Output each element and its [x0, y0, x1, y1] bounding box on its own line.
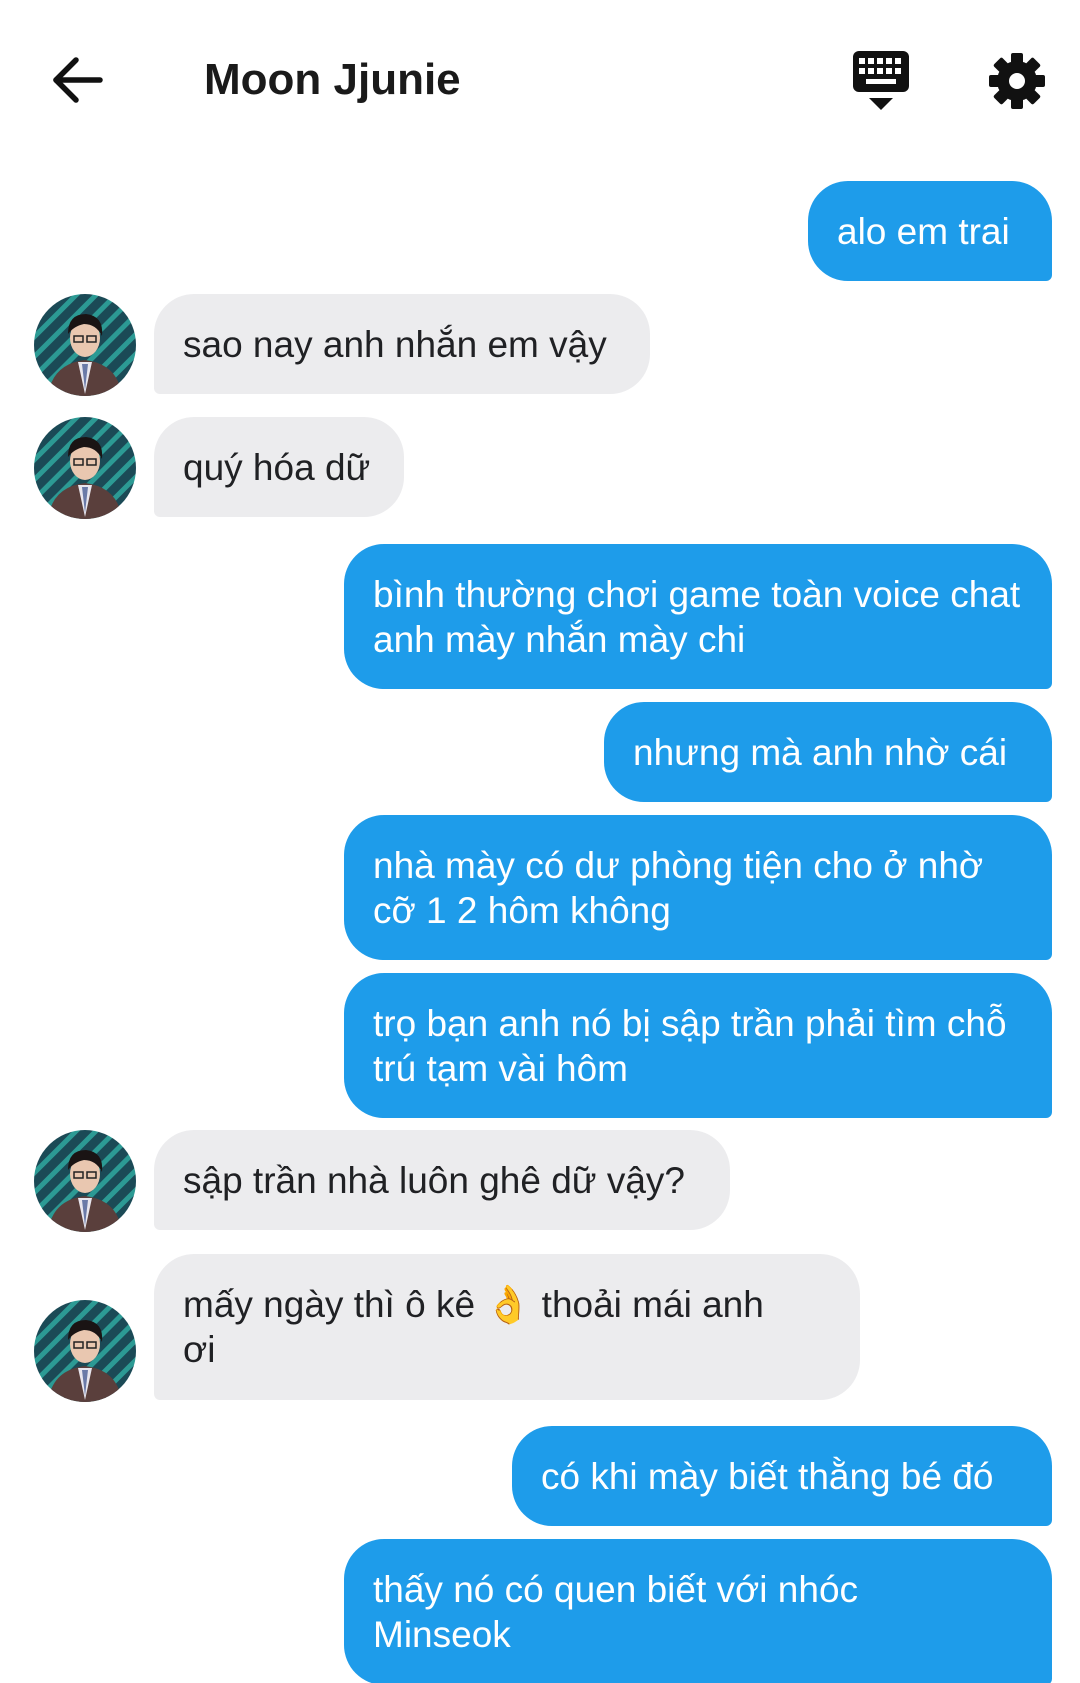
outgoing-message[interactable]: nhà mày có dư phòng tiện cho ở nhờ cỡ 1 … — [344, 815, 1052, 960]
outgoing-message[interactable]: nhưng mà anh nhờ cái — [604, 702, 1052, 802]
avatar-photo — [34, 1130, 136, 1232]
settings-button[interactable] — [988, 52, 1046, 110]
outgoing-message[interactable]: bình thường chơi game toàn voice chat an… — [344, 544, 1052, 689]
message-text: thấy nó có quen biết với nhóc Minseok — [373, 1569, 859, 1655]
contact-avatar[interactable] — [34, 417, 136, 519]
back-button[interactable] — [48, 52, 108, 108]
message-text: alo em trai — [837, 210, 1010, 252]
incoming-message[interactable]: mấy ngày thì ô kê 👌 thoải mái anh ơi — [154, 1254, 860, 1400]
arrow-left-icon — [53, 57, 103, 103]
message-text: sao nay anh nhắn em vậy — [183, 323, 607, 365]
contact-name: Moon Jjunie — [204, 55, 461, 104]
outgoing-message[interactable]: có khi mày biết thằng bé đó — [512, 1426, 1052, 1526]
contact-avatar[interactable] — [34, 294, 136, 396]
contact-avatar[interactable] — [34, 1130, 136, 1232]
message-text: nhưng mà anh nhờ cái — [633, 731, 1008, 773]
outgoing-message[interactable]: alo em trai — [808, 181, 1052, 281]
outgoing-message[interactable]: thấy nó có quen biết với nhóc Minseok — [344, 1539, 1052, 1683]
avatar-photo — [34, 417, 136, 519]
chat-header: Moon Jjunie — [0, 0, 1080, 160]
message-text: quý hóa dữ — [183, 446, 371, 488]
avatar-photo — [34, 1300, 136, 1402]
incoming-message[interactable]: quý hóa dữ — [154, 417, 404, 517]
keyboard-button[interactable] — [852, 50, 910, 112]
message-text: trọ bạn anh nó bị sập trần phải tìm chỗ … — [373, 1002, 1007, 1089]
message-text: bình thường chơi game toàn voice chat an… — [373, 573, 1021, 660]
chat-screen: Moon Jjunie alo em trai sao nay anh nhắn… — [0, 0, 1080, 1683]
message-text: nhà mày có dư phòng tiện cho ở nhờ cỡ 1 … — [373, 844, 984, 931]
message-text: mấy ngày thì ô kê 👌 thoải mái anh ơi — [183, 1284, 764, 1370]
message-text: sập trần nhà luôn ghê dữ vậy? — [183, 1159, 686, 1201]
incoming-message[interactable]: sao nay anh nhắn em vậy — [154, 294, 650, 394]
message-text: có khi mày biết thằng bé đó — [541, 1455, 994, 1497]
keyboard-hide-icon — [853, 51, 909, 110]
avatar-photo — [34, 294, 136, 396]
outgoing-message[interactable]: trọ bạn anh nó bị sập trần phải tìm chỗ … — [344, 973, 1052, 1118]
incoming-message[interactable]: sập trần nhà luôn ghê dữ vậy? — [154, 1130, 730, 1230]
gear-icon — [989, 53, 1045, 109]
contact-avatar[interactable] — [34, 1300, 136, 1402]
